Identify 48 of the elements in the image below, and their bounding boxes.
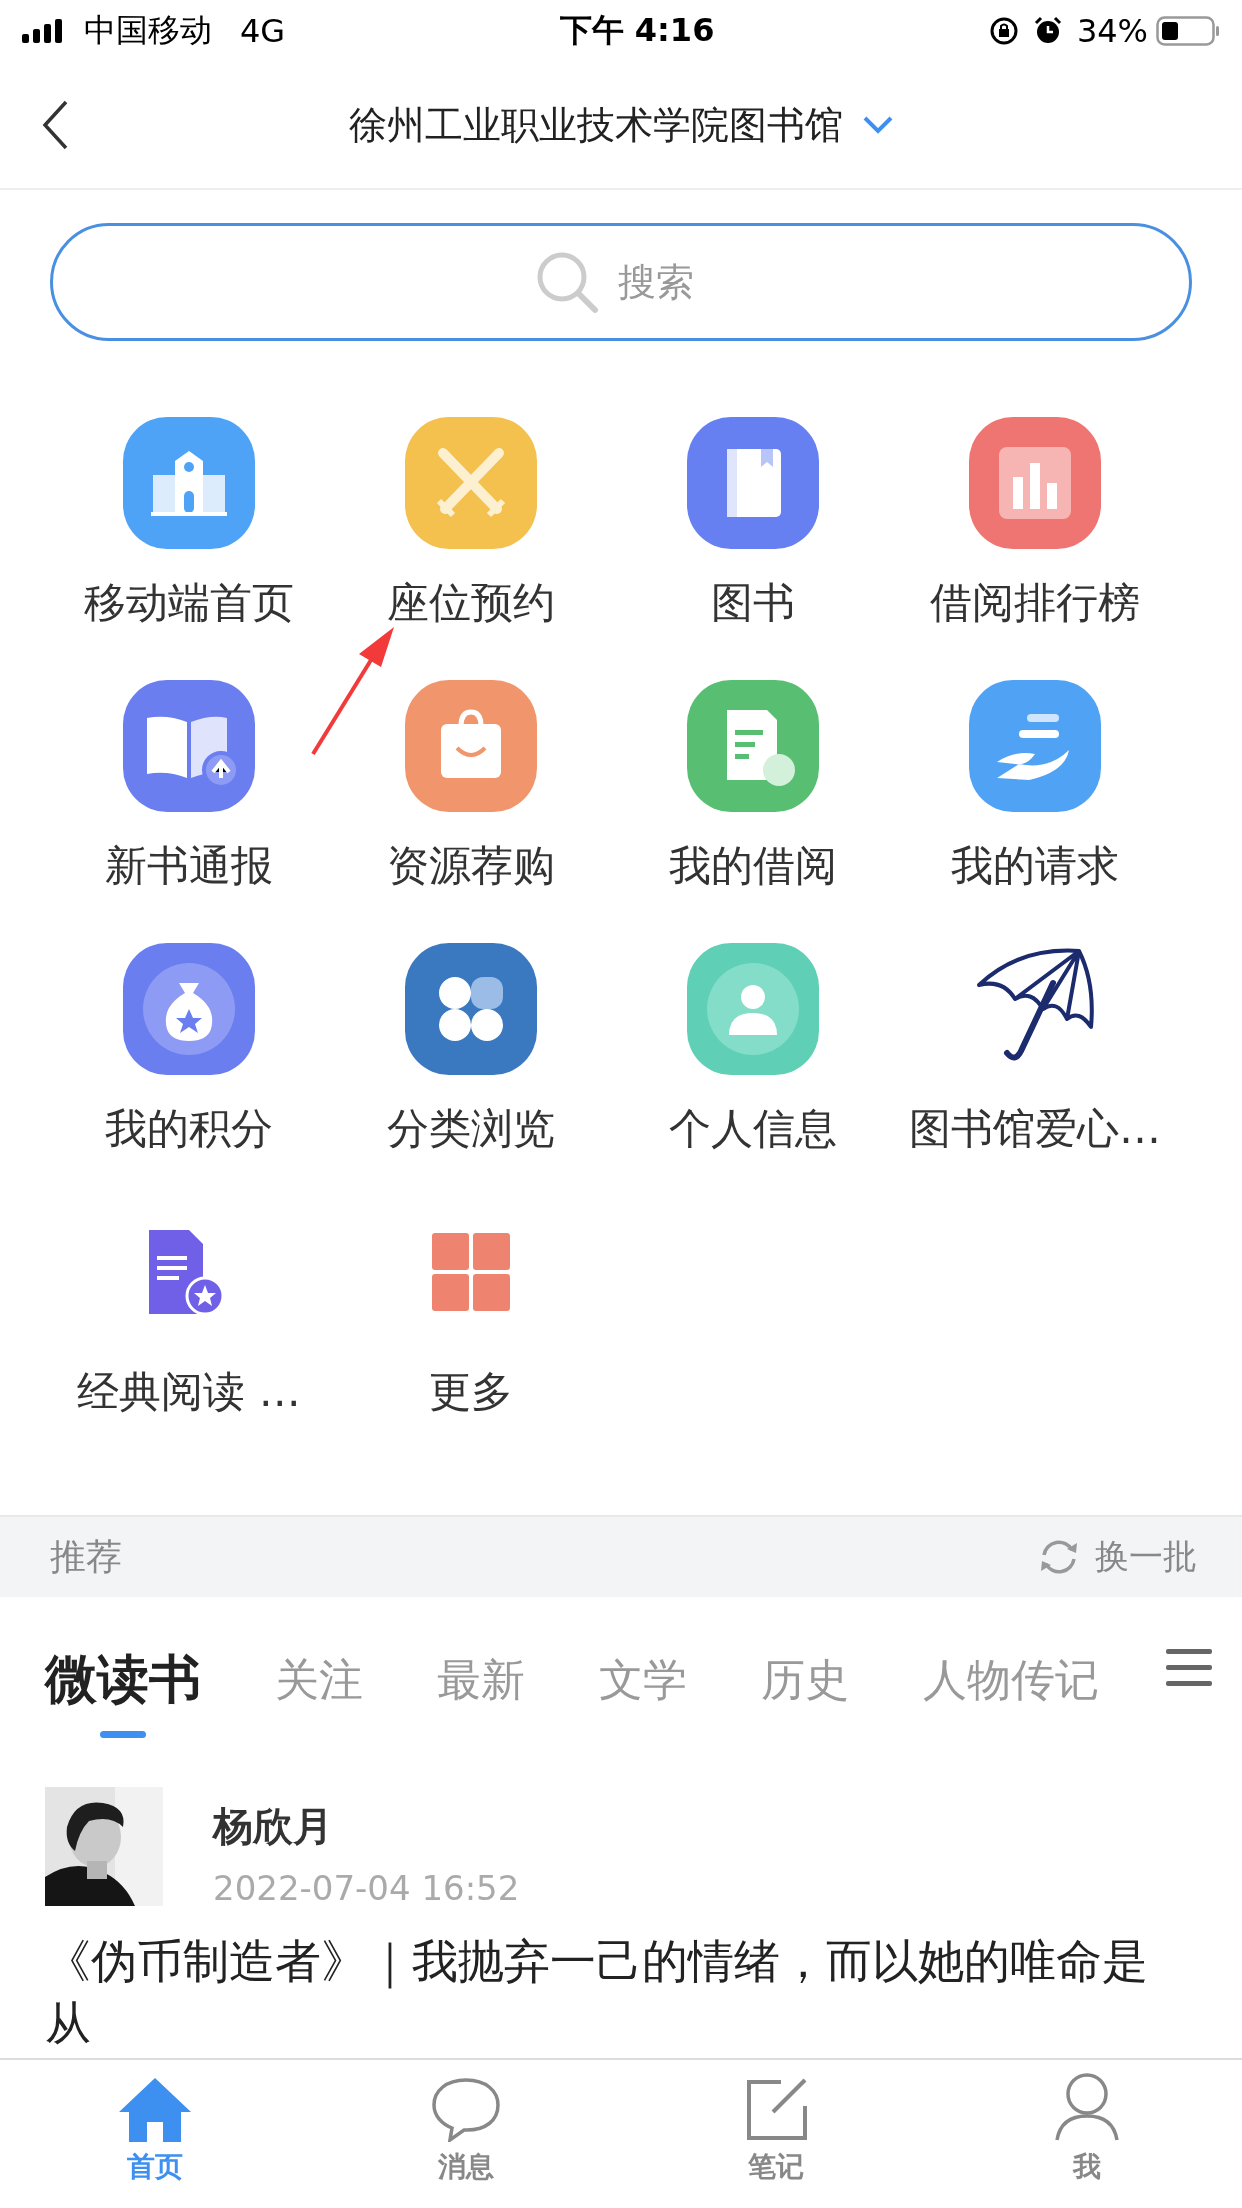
crossed-swords-icon[interactable] (405, 417, 537, 549)
app-label[interactable]: 图书 (711, 577, 795, 629)
app-label[interactable]: 我的积分 (105, 1103, 273, 1155)
library-title[interactable]: 徐州工业职业技术学院图书馆 (349, 99, 843, 151)
four-squares-icon[interactable] (405, 943, 537, 1075)
status-time: 下午 4:16 (559, 10, 715, 51)
author-name: 杨欣月 (213, 1802, 334, 1851)
tab-bar-item[interactable]: 笔记 (621, 2060, 932, 2208)
carrier-name: 中国移动 (84, 10, 212, 51)
bar-chart-icon[interactable] (969, 417, 1101, 549)
app-label[interactable]: 更多 (429, 1366, 513, 1418)
network-type: 4G (240, 12, 286, 50)
post-title[interactable]: 《伪币制造者》｜我抛弃一己的情绪，而以她的唯命是从 (45, 1930, 1165, 2054)
search-icon (535, 250, 599, 314)
app-label[interactable]: 分类浏览 (387, 1103, 555, 1155)
post-time: 2022-07-04 16:52 (213, 1868, 520, 1908)
app-label[interactable]: 资源荐购 (387, 840, 555, 892)
tab-bar-item[interactable]: 我 (931, 2060, 1242, 2208)
app-label[interactable]: 我的请求 (951, 840, 1119, 892)
search-field[interactable]: 搜索 (50, 223, 1192, 341)
app-label[interactable]: 新书通报 (105, 840, 273, 892)
app-label[interactable]: 借阅排行榜 (930, 577, 1140, 629)
menu-icon (1166, 1647, 1212, 1687)
open-book-icon[interactable] (123, 680, 255, 812)
app-label[interactable]: 座位预约 (387, 577, 555, 629)
money-bag-icon[interactable] (123, 943, 255, 1075)
document-icon[interactable] (687, 680, 819, 812)
app-label[interactable]: 图书馆爱心… (909, 1103, 1161, 1155)
rotation-lock-icon (988, 16, 1019, 46)
book-icon[interactable] (687, 417, 819, 549)
chevron-down-icon[interactable] (863, 116, 893, 134)
section-title: 推荐 (50, 1534, 122, 1579)
signal-icon (22, 19, 64, 43)
app-label[interactable]: 我的借阅 (669, 840, 837, 892)
building-icon[interactable] (123, 417, 255, 549)
battery-icon (1156, 16, 1220, 46)
alarm-clock-icon (1032, 16, 1063, 46)
user-icon (1052, 2072, 1121, 2142)
app-label[interactable]: 个人信息 (669, 1103, 837, 1155)
app-label[interactable]: 移动端首页 (84, 577, 294, 629)
tab-bar-item[interactable]: 消息 (310, 2060, 621, 2208)
app-label[interactable]: 经典阅读 … (77, 1366, 301, 1418)
shopping-bag-icon[interactable] (405, 680, 537, 812)
category-tab[interactable]: 微读书 (45, 1612, 201, 1742)
battery-percent: 34% (1076, 12, 1148, 50)
person-icon[interactable] (687, 943, 819, 1075)
back-icon (42, 100, 68, 150)
hand-icon[interactable] (969, 680, 1101, 812)
